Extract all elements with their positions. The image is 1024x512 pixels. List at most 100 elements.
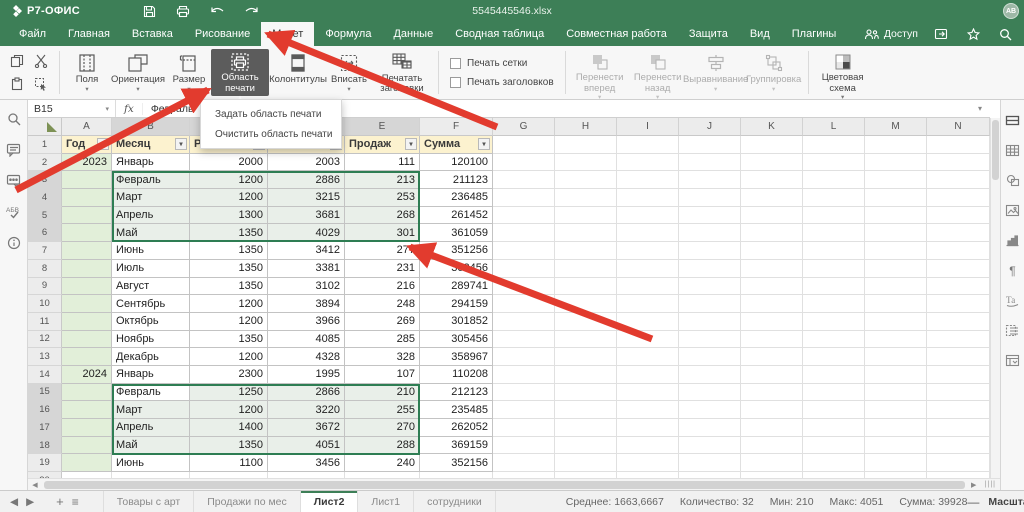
- grid-cell-I18[interactable]: [617, 437, 679, 455]
- grid-cell-B10[interactable]: Сентябрь: [112, 295, 190, 313]
- grid-cell-G18[interactable]: [493, 437, 555, 455]
- grid-cell-N5[interactable]: [927, 207, 990, 225]
- redo-button[interactable]: [242, 3, 260, 19]
- grid-cell-B2[interactable]: Январь: [112, 154, 190, 172]
- toolbar-align-button[interactable]: Выравнивание▾: [687, 49, 745, 96]
- shape-settings-icon[interactable]: [1004, 172, 1021, 189]
- grid-cell-H12[interactable]: [555, 331, 617, 349]
- print-gridlines-checkbox[interactable]: Печать сетки: [450, 58, 554, 69]
- grid-cell-F17[interactable]: 262052: [420, 419, 493, 437]
- favorites-button[interactable]: [964, 26, 982, 42]
- menu-tab-Защита[interactable]: Защита: [678, 22, 739, 46]
- grid-cell-I6[interactable]: [617, 224, 679, 242]
- textart-settings-icon[interactable]: Та: [1004, 292, 1021, 309]
- menu-tab-Вставка[interactable]: Вставка: [121, 22, 184, 46]
- grid-cell-D7[interactable]: 3412: [268, 242, 345, 260]
- grid-cell-F8[interactable]: 302456: [420, 260, 493, 278]
- grid-cell-H10[interactable]: [555, 295, 617, 313]
- select-all-corner[interactable]: [28, 118, 62, 136]
- grid-cell-C15[interactable]: 1250: [190, 384, 268, 402]
- toolbar-headers-footers-button[interactable]: Колонтитулы: [269, 49, 327, 96]
- grid-cell-N8[interactable]: [927, 260, 990, 278]
- grid-cell-M15[interactable]: [865, 384, 927, 402]
- grid-cell-L6[interactable]: [803, 224, 865, 242]
- grid-cell-D18[interactable]: 4051: [268, 437, 345, 455]
- grid-cell-B17[interactable]: Апрель: [112, 419, 190, 437]
- grid-cell-C7[interactable]: 1350: [190, 242, 268, 260]
- grid-cell-A1[interactable]: Год▾: [62, 136, 112, 154]
- grid-cell-M3[interactable]: [865, 171, 927, 189]
- row-header-7[interactable]: 7: [28, 242, 62, 260]
- grid-cell-E18[interactable]: 288: [345, 437, 420, 455]
- toolbar-color-scheme-button[interactable]: Цветовая схема▾: [814, 49, 872, 96]
- grid-cell-H15[interactable]: [555, 384, 617, 402]
- grid-cell-D2[interactable]: 2003: [268, 154, 345, 172]
- grid-cell-B13[interactable]: Декабрь: [112, 348, 190, 366]
- row-header-10[interactable]: 10: [28, 295, 62, 313]
- grid-cell-G12[interactable]: [493, 331, 555, 349]
- grid-cell-G14[interactable]: [493, 366, 555, 384]
- grid-cell-A8[interactable]: [62, 260, 112, 278]
- horizontal-scrollbar-thumb[interactable]: [44, 481, 965, 489]
- scroll-left-arrow-icon[interactable]: ◀: [28, 481, 42, 489]
- grid-cell-N2[interactable]: [927, 154, 990, 172]
- grid-cell-K16[interactable]: [741, 401, 803, 419]
- sheet-tab-Продажи по мес[interactable]: Продажи по мес: [194, 491, 301, 512]
- grid-cell-J3[interactable]: [679, 171, 741, 189]
- filter-button-icon[interactable]: ▾: [478, 138, 490, 150]
- horizontal-scrollbar[interactable]: ◀ ▶ ||||: [28, 478, 1000, 490]
- grid-cell-H19[interactable]: [555, 454, 617, 472]
- grid-cell-L10[interactable]: [803, 295, 865, 313]
- grid-cell-B8[interactable]: Июль: [112, 260, 190, 278]
- grid-cell-C14[interactable]: 2300: [190, 366, 268, 384]
- grid-cell-G3[interactable]: [493, 171, 555, 189]
- row-header-5[interactable]: 5: [28, 207, 62, 225]
- grid-cell-K12[interactable]: [741, 331, 803, 349]
- toolbar-margins-button[interactable]: Поля▾: [65, 49, 109, 96]
- grid-cell-A16[interactable]: [62, 401, 112, 419]
- row-header-1[interactable]: 1: [28, 136, 62, 154]
- grid-cell-J4[interactable]: [679, 189, 741, 207]
- grid-cell-L17[interactable]: [803, 419, 865, 437]
- grid-cell-J15[interactable]: [679, 384, 741, 402]
- row-header-8[interactable]: 8: [28, 260, 62, 278]
- grid-cell-N17[interactable]: [927, 419, 990, 437]
- grid-cell-E6[interactable]: 301: [345, 224, 420, 242]
- grid-cell-K19[interactable]: [741, 454, 803, 472]
- grid-cell-C8[interactable]: 1350: [190, 260, 268, 278]
- grid-cell-F9[interactable]: 289741: [420, 278, 493, 296]
- column-header-K[interactable]: K: [741, 118, 803, 136]
- grid-cell-A7[interactable]: [62, 242, 112, 260]
- grid-cell-A11[interactable]: [62, 313, 112, 331]
- formula-input[interactable]: Февраль: [143, 103, 202, 115]
- grid-cell-D19[interactable]: 3456: [268, 454, 345, 472]
- grid-cell-I1[interactable]: [617, 136, 679, 154]
- grid-cell-I14[interactable]: [617, 366, 679, 384]
- grid-cell-G19[interactable]: [493, 454, 555, 472]
- row-header-11[interactable]: 11: [28, 313, 62, 331]
- grid-cell-B18[interactable]: Май: [112, 437, 190, 455]
- grid-cell-E4[interactable]: 253: [345, 189, 420, 207]
- grid-cell-L13[interactable]: [803, 348, 865, 366]
- grid-cell-E12[interactable]: 285: [345, 331, 420, 349]
- grid-cell-N7[interactable]: [927, 242, 990, 260]
- grid-cell-J13[interactable]: [679, 348, 741, 366]
- grid-cell-I13[interactable]: [617, 348, 679, 366]
- grid-cell-N3[interactable]: [927, 171, 990, 189]
- access-button[interactable]: Доступ: [864, 28, 918, 40]
- search-icon[interactable]: [5, 110, 22, 127]
- grid-cell-J2[interactable]: [679, 154, 741, 172]
- row-header-4[interactable]: 4: [28, 189, 62, 207]
- grid-cell-J10[interactable]: [679, 295, 741, 313]
- column-header-A[interactable]: A: [62, 118, 112, 136]
- grid-cell-N13[interactable]: [927, 348, 990, 366]
- grid-cell-F15[interactable]: 212123: [420, 384, 493, 402]
- paste-button[interactable]: [8, 73, 26, 95]
- slicer-settings-icon[interactable]: [1004, 322, 1021, 339]
- grid-cell-G6[interactable]: [493, 224, 555, 242]
- grid-cell-I17[interactable]: [617, 419, 679, 437]
- grid-cell-N4[interactable]: [927, 189, 990, 207]
- grid-cell-K9[interactable]: [741, 278, 803, 296]
- grid-cell-E2[interactable]: 111: [345, 154, 420, 172]
- cut-button[interactable]: [32, 50, 50, 72]
